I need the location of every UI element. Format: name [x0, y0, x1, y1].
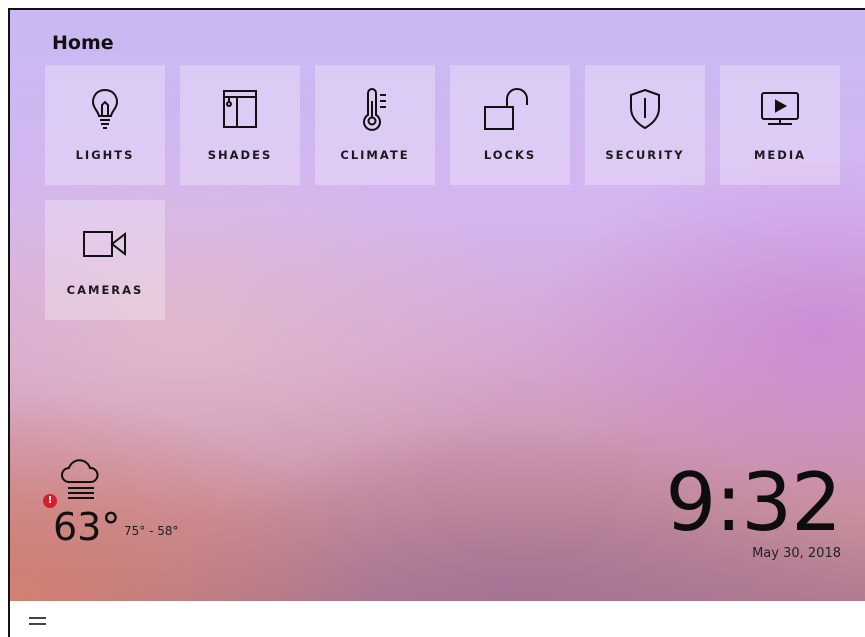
cloud-fog-icon: [60, 458, 100, 508]
tile-label: LOCKS: [483, 148, 537, 162]
tv-play-icon: [720, 87, 840, 131]
tile-label: CAMERAS: [66, 283, 144, 297]
shield-icon: [585, 87, 705, 131]
unlocked-padlock-icon: [450, 87, 570, 131]
page-title: Home: [52, 32, 114, 54]
tile-shades[interactable]: SHADES: [180, 65, 300, 185]
shades-icon: [180, 87, 300, 131]
tile-cameras[interactable]: CAMERAS: [45, 200, 165, 320]
tile-label: SECURITY: [605, 148, 685, 162]
tile-label: MEDIA: [753, 148, 807, 162]
tile-label: CLIMATE: [340, 148, 410, 162]
tile-label: SHADES: [207, 148, 273, 162]
bottom-bar: [10, 601, 865, 637]
lightbulb-icon: [45, 87, 165, 131]
current-temperature: 63°: [53, 505, 121, 549]
tile-climate[interactable]: CLIMATE: [315, 65, 435, 185]
thermometer-icon: [315, 87, 435, 131]
tile-locks[interactable]: LOCKS: [450, 65, 570, 185]
tile-media[interactable]: MEDIA: [720, 65, 840, 185]
clock-time: 9:32: [665, 456, 842, 549]
tile-label: LIGHTS: [75, 148, 135, 162]
home-screen: Home LIGHTS SHADES CLIMATE LOCKS SECURIT…: [10, 10, 865, 601]
video-camera-icon: [45, 222, 165, 266]
tile-security[interactable]: SECURITY: [585, 65, 705, 185]
hamburger-menu-icon[interactable]: [26, 611, 52, 631]
clock-date: May 30, 2018: [752, 546, 841, 561]
app-frame: Home LIGHTS SHADES CLIMATE LOCKS SECURIT…: [8, 8, 865, 637]
temperature-range: 75° - 58°: [124, 524, 179, 538]
weather-widget[interactable]: ! 63° 75° - 58°: [40, 458, 260, 558]
tile-lights[interactable]: LIGHTS: [45, 65, 165, 185]
